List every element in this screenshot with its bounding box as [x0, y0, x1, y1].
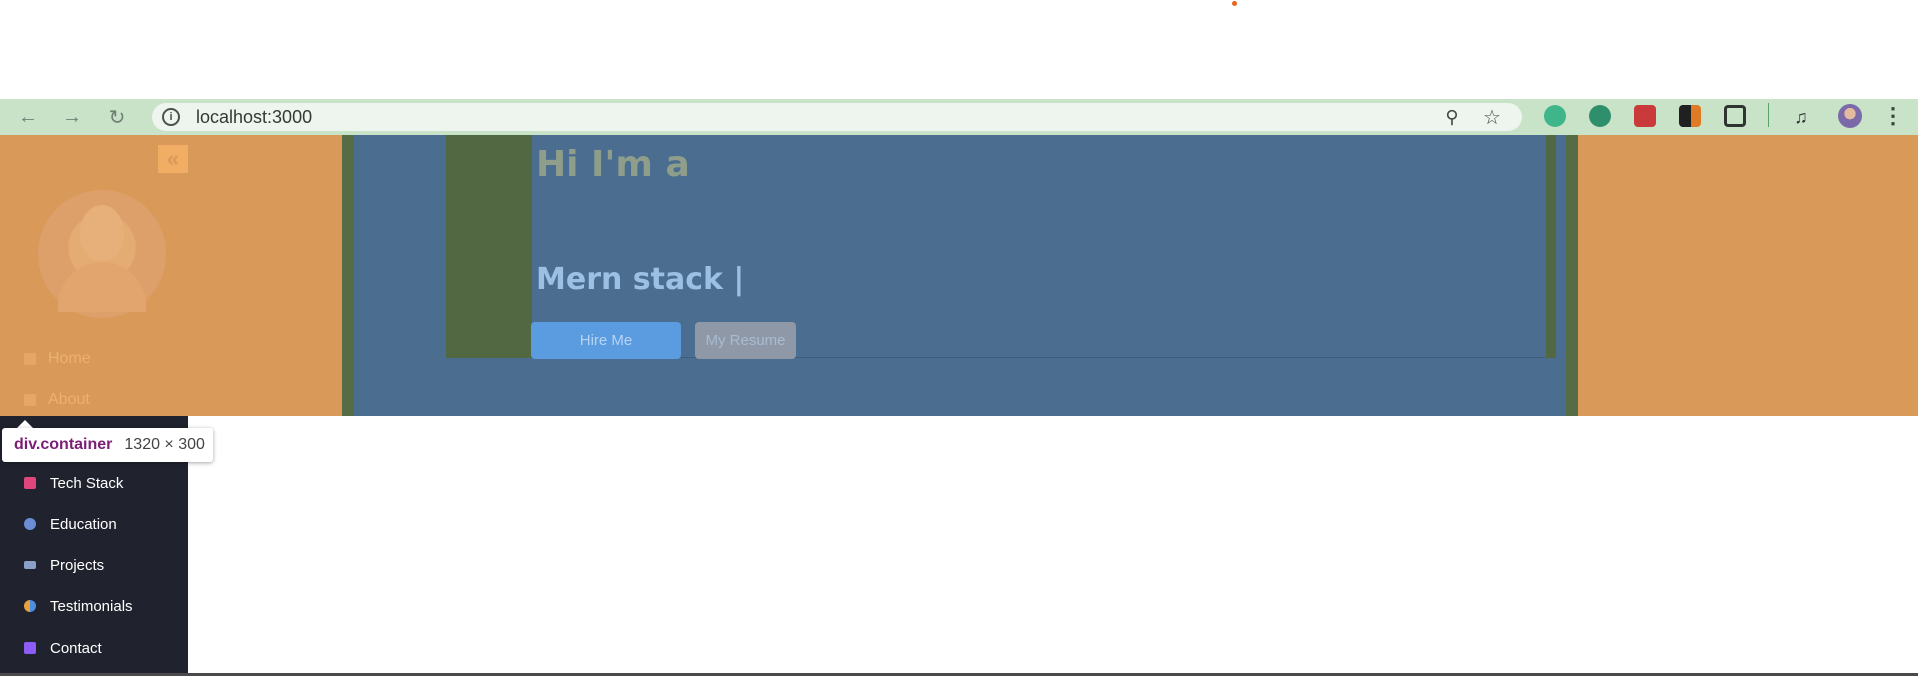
forward-arrow-icon[interactable]: →: [58, 99, 86, 135]
toolbar-separator: [1768, 103, 1769, 127]
padding-highlight-left: [342, 135, 354, 416]
sidebar-item-label: Tech Stack: [50, 474, 124, 492]
my-resume-button[interactable]: My Resume: [695, 322, 796, 359]
home-icon: [24, 353, 36, 365]
address-bar[interactable]: [152, 103, 1522, 131]
zoom-icon[interactable]: ⚲: [1440, 104, 1464, 130]
profile-photo-head: [80, 205, 124, 261]
hero-greeting: Hi I'm a: [536, 144, 690, 185]
tooltip-dimensions: 1320 × 300: [124, 436, 205, 453]
graduate-icon: [24, 518, 36, 530]
row-padding-right: [1546, 135, 1556, 358]
devtools-inspect-tooltip: div.container 1320 × 300: [2, 428, 213, 462]
row-padding-left: [446, 135, 532, 358]
sidebar-item-label: Testimonials: [50, 597, 133, 615]
contact-icon: [24, 642, 36, 654]
sidebar-item-label: Home: [48, 350, 91, 367]
reload-icon[interactable]: ↻: [103, 99, 131, 135]
profile-avatar-icon[interactable]: [1838, 104, 1862, 128]
sidebar-item-contact[interactable]: Contact: [24, 636, 102, 660]
bookmark-star-icon[interactable]: ☆: [1480, 104, 1504, 130]
projects-icon: [24, 561, 36, 569]
chatgpt-extension-icon[interactable]: [1589, 105, 1611, 127]
sidebar-item-home[interactable]: Home: [24, 349, 91, 369]
testimonials-icon: [24, 600, 36, 612]
sidebar-item-education[interactable]: Education: [24, 512, 117, 536]
media-control-icon[interactable]: ♫: [1787, 99, 1815, 135]
menu-kebab-icon[interactable]: ⋮: [1882, 103, 1904, 129]
about-icon: [24, 394, 36, 406]
back-arrow-icon[interactable]: ←: [14, 99, 42, 135]
hourglass-icon: [24, 477, 36, 489]
padding-highlight-right: [1566, 135, 1578, 416]
extensions-puzzle-icon[interactable]: [1724, 105, 1746, 127]
sidebar-item-testimonials[interactable]: Testimonials: [24, 594, 133, 618]
notification-dot: [1232, 1, 1237, 6]
margin-highlight-right: [1578, 135, 1918, 416]
extension-icon[interactable]: [1544, 105, 1566, 127]
lighthouse-extension-icon[interactable]: [1679, 105, 1701, 127]
sidebar-item-label: Contact: [50, 639, 102, 657]
sidebar-item-projects[interactable]: Projects: [24, 553, 104, 577]
collapse-sidebar-button[interactable]: «: [158, 145, 188, 173]
hire-me-button[interactable]: Hire Me: [531, 322, 681, 359]
url-text[interactable]: localhost:3000: [196, 104, 312, 130]
tooltip-selector: div.container: [14, 436, 113, 453]
sidebar-item-label: About: [48, 391, 90, 408]
sidebar-item-about[interactable]: About: [24, 390, 90, 410]
hero-role-typewriter: Mern stack |: [536, 262, 745, 297]
extension-icon[interactable]: [1634, 105, 1656, 127]
sidebar-item-label: Projects: [50, 556, 105, 574]
sidebar-item-label: Education: [50, 515, 117, 533]
site-info-icon[interactable]: i: [162, 108, 180, 126]
sidebar-item-tech-stack[interactable]: Tech Stack: [24, 471, 123, 495]
